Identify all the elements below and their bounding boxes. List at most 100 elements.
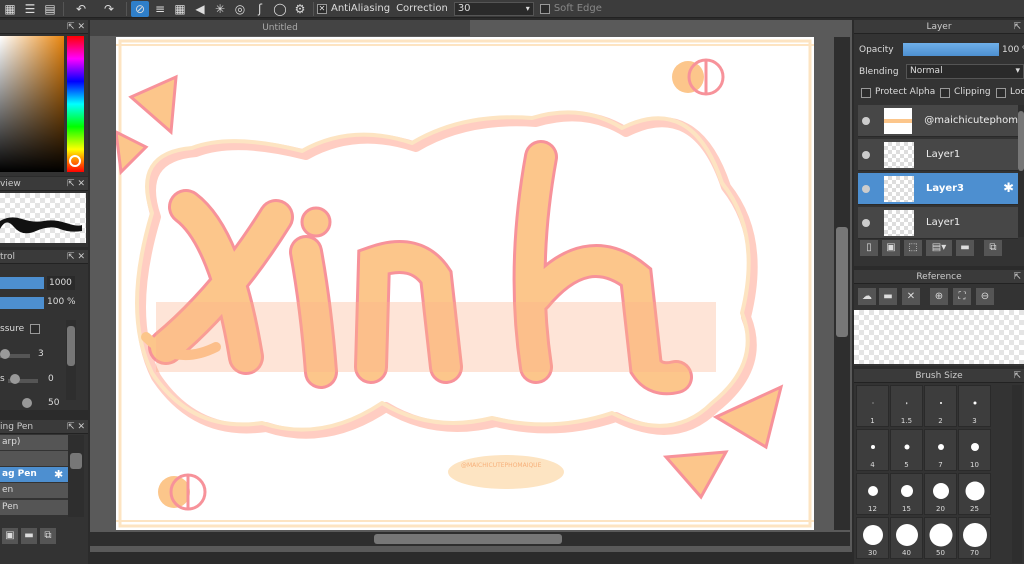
vanishing-point-icon[interactable]: ◀ [191, 1, 209, 17]
protect-alpha-checkbox[interactable] [861, 88, 871, 98]
copy-icon[interactable]: ⧉ [40, 528, 56, 544]
pressure-checkbox[interactable] [30, 324, 40, 334]
layer-gear-icon[interactable]: ✱ [1003, 181, 1014, 196]
scroll-thumb[interactable] [67, 326, 75, 366]
cloud-upload-icon[interactable]: ☁ [858, 288, 876, 305]
panel-header-icons[interactable]: ⇱ [1013, 369, 1021, 383]
layers-list-icon[interactable]: ☰ [21, 1, 39, 17]
document-tab[interactable]: Untitled [90, 20, 470, 36]
add-layer-menu-icon[interactable]: ▤▾ [926, 240, 952, 256]
antialiasing-checkbox[interactable]: ✕ [317, 3, 327, 14]
brush-list-item[interactable]: en [0, 483, 68, 498]
radial-snap-icon[interactable]: ✳ [211, 1, 229, 17]
snap-off-icon[interactable]: ⊘ [131, 0, 149, 17]
layer-row[interactable]: Layer1 [858, 139, 1018, 171]
hue-slider[interactable] [67, 36, 84, 172]
brush-size-cell[interactable]: 5 [890, 429, 923, 471]
zoom-in-icon[interactable]: ⊕ [930, 288, 948, 305]
layer-scrollbar[interactable] [1018, 105, 1024, 237]
redo-icon[interactable]: ↷ [96, 1, 122, 17]
slider3-knob[interactable] [22, 398, 32, 408]
folder-icon[interactable]: ▬ [21, 528, 37, 544]
eye-icon[interactable] [862, 116, 870, 125]
panel-header-icons[interactable]: ⇱ ✕ [67, 20, 85, 34]
canvas-vertical-scrollbar[interactable] [834, 37, 850, 530]
layer-row[interactable]: Layer1 [858, 207, 1018, 239]
cross-snap-icon[interactable]: ▦ [171, 1, 189, 17]
fit-icon[interactable]: ⛶ [953, 288, 971, 305]
brush-size-cell[interactable]: 15 [890, 473, 923, 515]
brush-size-cell[interactable]: 2 [924, 385, 957, 427]
reference-canvas[interactable] [854, 310, 1024, 364]
open-folder-icon[interactable]: ▬ [879, 288, 897, 305]
brush-size-cell[interactable]: 4 [856, 429, 889, 471]
slider1-knob[interactable] [0, 349, 10, 359]
scroll-thumb[interactable] [70, 453, 82, 469]
panel-header-icons[interactable]: ⇱ [1013, 270, 1021, 284]
toolbar-divider [63, 1, 64, 16]
color-field[interactable] [0, 36, 64, 172]
blending-select[interactable]: Normal ▾ [906, 64, 1024, 79]
curve-snap-icon[interactable]: ʃ [251, 1, 269, 17]
checklist-icon[interactable]: ▤ [41, 1, 59, 17]
brush-size-cell[interactable]: 50 [924, 517, 957, 559]
parallel-snap-icon[interactable]: ≡ [151, 1, 169, 17]
snap-settings-icon[interactable]: ⚙ [291, 1, 309, 17]
layer-row-selected[interactable]: Layer3 ✱ [858, 173, 1018, 205]
panel-header-icons[interactable]: ⇱ ✕ [67, 250, 85, 264]
circle-snap-icon[interactable]: ◎ [231, 1, 249, 17]
brush-size-cell[interactable]: 1.5 [890, 385, 923, 427]
panel-header-icons[interactable]: ⇱ ✕ [67, 177, 85, 191]
brush-size-value[interactable]: 1000 [47, 276, 75, 290]
eye-icon[interactable] [862, 218, 870, 227]
brush-list-item[interactable]: Pen [0, 500, 68, 515]
brush-size-scrollbar[interactable] [1012, 385, 1022, 563]
brush-list-item[interactable] [0, 451, 68, 466]
eye-icon[interactable] [862, 150, 870, 159]
panel-header-icons[interactable]: ⇱ [1013, 20, 1021, 34]
opacity-bar[interactable] [0, 297, 44, 309]
control-scrollbar[interactable] [66, 320, 76, 400]
duplicate-icon[interactable]: ⧉ [984, 240, 1002, 256]
panel-header-icons[interactable]: ⇱ ✕ [67, 420, 85, 434]
canvas-horizontal-scrollbar[interactable] [90, 532, 850, 546]
brush-size-cell[interactable]: 20 [924, 473, 957, 515]
brush-size-cell[interactable]: 25 [958, 473, 991, 515]
slider2-knob[interactable] [10, 374, 20, 384]
brush-scrollbar[interactable] [68, 435, 84, 517]
brush-size-bar[interactable] [0, 277, 44, 289]
new-raster-icon[interactable]: ▣ [882, 240, 900, 256]
brush-size-cell[interactable]: 3 [958, 385, 991, 427]
ellipse-snap-icon[interactable]: ◯ [271, 1, 289, 17]
scroll-thumb[interactable] [374, 534, 562, 544]
brush-size-cell[interactable]: 30 [856, 517, 889, 559]
lock-checkbox[interactable] [996, 88, 1006, 98]
close-icon[interactable]: ✕ [902, 288, 920, 305]
brush-size-cell[interactable]: 40 [890, 517, 923, 559]
soft-edge-checkbox[interactable] [539, 3, 550, 14]
correction-select[interactable]: 30 ▾ [453, 1, 534, 16]
layer-row[interactable]: @maichicutephom [858, 105, 1018, 137]
brush-size-cell[interactable]: 70 [958, 517, 991, 559]
hue-indicator[interactable] [69, 155, 81, 167]
new-brush-icon[interactable]: ▣ [2, 528, 18, 544]
eye-icon[interactable] [862, 184, 870, 193]
new-layer-icon[interactable]: ▯ [860, 240, 878, 256]
layer-opacity-bar[interactable] [903, 43, 999, 56]
import-icon[interactable]: ⬚ [904, 240, 922, 256]
zoom-out-icon[interactable]: ⊖ [976, 288, 994, 305]
grid-icon[interactable]: ▦ [1, 1, 19, 17]
brush-size-cell[interactable]: 1 [856, 385, 889, 427]
artwork-canvas[interactable]: @MAICHICUTEPHOMAIQUE [116, 37, 814, 530]
brush-size-title: Brush Size [915, 371, 963, 381]
brush-size-cell[interactable]: 7 [924, 429, 957, 471]
brush-size-cell[interactable]: 10 [958, 429, 991, 471]
undo-icon[interactable]: ↶ [68, 1, 94, 17]
scroll-thumb[interactable] [836, 227, 848, 337]
clipping-checkbox[interactable] [940, 88, 950, 98]
brush-size-cell[interactable]: 12 [856, 473, 889, 515]
folder-icon[interactable]: ▬ [956, 240, 974, 256]
brush-gear-icon[interactable]: ✱ [54, 468, 63, 481]
scroll-thumb[interactable] [1018, 111, 1024, 171]
brush-list-item[interactable]: arp) [0, 435, 68, 450]
